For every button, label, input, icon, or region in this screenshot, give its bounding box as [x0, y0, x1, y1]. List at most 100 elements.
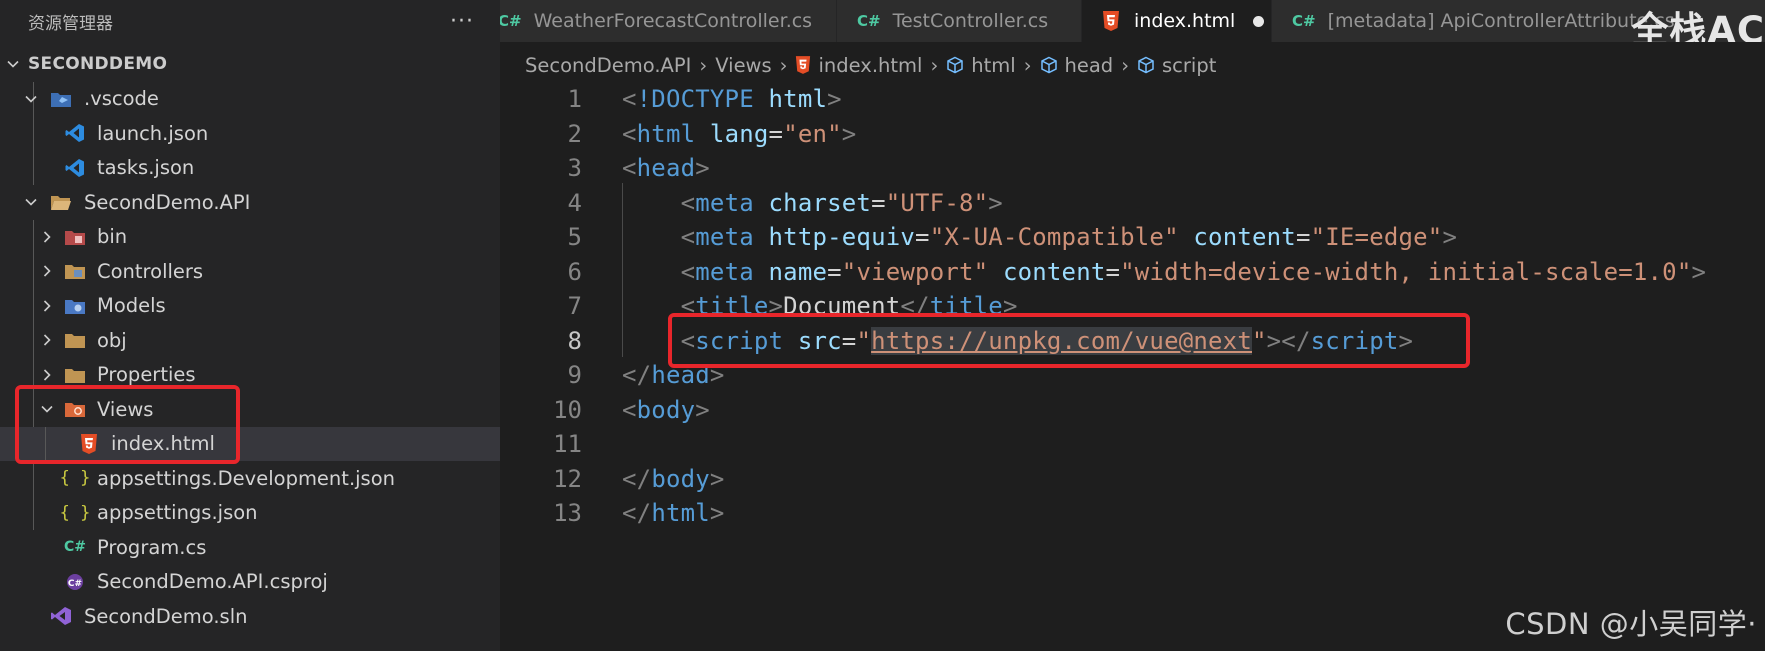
- tab-index-html[interactable]: index.html: [1082, 0, 1272, 42]
- code-line: 13 </html>: [500, 496, 1765, 531]
- tree-item-label: appsettings.Development.json: [97, 466, 396, 490]
- tree-item-csproj[interactable]: C# SecondDemo.API.csproj: [0, 565, 500, 600]
- code-line: 6 <meta name="viewport" content="width=d…: [500, 255, 1765, 290]
- chevron-right-icon: [38, 366, 56, 384]
- json-braces-icon: { }: [59, 468, 91, 489]
- folder-icon: [64, 365, 86, 385]
- breadcrumb-item-html[interactable]: html: [946, 54, 1016, 77]
- line-number: 1: [567, 85, 582, 114]
- tab-label: [metadata] ApiControllerAttribute.cs: [1327, 10, 1675, 32]
- folder-vscode-icon: [50, 89, 72, 109]
- tree-item-label: bin: [97, 225, 128, 249]
- folder-controllers-icon: [64, 261, 86, 281]
- tree-item-obj[interactable]: obj: [0, 323, 500, 358]
- tree-item-index-html[interactable]: index.html: [0, 426, 500, 461]
- visual-studio-icon: [50, 606, 72, 626]
- tree-item-vscode-folder[interactable]: .vscode: [0, 82, 500, 117]
- html5-icon: [1102, 11, 1120, 31]
- tab-testcontroller[interactable]: C# TestController.cs: [837, 0, 1082, 42]
- tree-item-launch-json[interactable]: launch.json: [0, 116, 500, 151]
- tab-weatherforecastcontroller[interactable]: C# WeatherForecastController.cs: [500, 0, 837, 42]
- tree-item-label: SecondDemo.API: [84, 190, 251, 214]
- breadcrumb-item-head[interactable]: head: [1040, 54, 1113, 77]
- tree-item-properties[interactable]: Properties: [0, 358, 500, 393]
- chevron-right-icon: ›: [930, 53, 939, 77]
- code-line: 2 <html lang="en">: [500, 117, 1765, 152]
- tree-item-label: Program.cs: [97, 535, 207, 559]
- line-number: 2: [567, 119, 582, 148]
- csharp-icon: C#: [857, 12, 881, 30]
- tree-item-seconddemo-api[interactable]: SecondDemo.API: [0, 185, 500, 220]
- tree-item-label: SecondDemo.API.csproj: [97, 570, 328, 594]
- code-line: 12 </body>: [500, 462, 1765, 497]
- folder-icon: [64, 330, 86, 350]
- watermark-bottom: CSDN @小吴同学·: [1505, 607, 1757, 641]
- breadcrumb-item-script[interactable]: script: [1137, 54, 1216, 77]
- line-number: 8: [567, 326, 582, 355]
- chevron-right-icon: [38, 331, 56, 349]
- csharp-icon: C#: [500, 12, 522, 30]
- chevron-down-icon: [22, 193, 40, 211]
- vscode-file-icon: [64, 123, 86, 143]
- chevron-right-icon: [38, 297, 56, 315]
- tree-item-seconddemo[interactable]: SECONDDEMO: [0, 47, 500, 82]
- breadcrumb: SecondDemo.API › Views › index.html › ht…: [525, 47, 1216, 83]
- code-line: 5 <meta http-equiv="X-UA-Compatible" con…: [500, 220, 1765, 255]
- code-line: 1 <!DOCTYPE html>: [500, 82, 1765, 117]
- folder-bin-icon: [64, 227, 86, 247]
- more-actions-button[interactable]: ···: [450, 9, 474, 34]
- unsaved-dot-icon[interactable]: [1253, 15, 1265, 27]
- line-number: 5: [567, 223, 582, 252]
- script-src-link[interactable]: https://unpkg.com/vue@next: [871, 326, 1252, 355]
- code-line: 11: [500, 427, 1765, 462]
- csproj-icon: C#: [64, 572, 86, 592]
- code-line: 9 </head>: [500, 358, 1765, 393]
- tree-item-label: tasks.json: [97, 156, 195, 180]
- tree-item-tasks-json[interactable]: tasks.json: [0, 151, 500, 186]
- line-number: 9: [567, 361, 582, 390]
- watermark-top: 全栈AC: [1631, 9, 1765, 42]
- tree-item-appsettings-development-json[interactable]: { } appsettings.Development.json: [0, 461, 500, 496]
- tree-item-bin[interactable]: bin: [0, 220, 500, 255]
- tree-item-views[interactable]: Views: [0, 392, 500, 427]
- editor-tab-bar: C# WeatherForecastController.cs C# TestC…: [500, 0, 1765, 42]
- tree-item-label: Views: [97, 397, 154, 421]
- breadcrumb-item-project[interactable]: SecondDemo.API: [525, 54, 691, 77]
- symbol-cube-icon: [947, 56, 964, 74]
- tree-item-controllers[interactable]: Controllers: [0, 254, 500, 289]
- line-number: 6: [567, 257, 582, 286]
- tab-label: TestController.cs: [892, 10, 1049, 32]
- breadcrumb-item-file[interactable]: index.html: [795, 54, 922, 77]
- code-line: 7 <title>Document</title>: [500, 289, 1765, 324]
- tree-item-program-cs[interactable]: C# Program.cs: [0, 530, 500, 565]
- chevron-down-icon: [4, 55, 22, 73]
- tree-item-models[interactable]: Models: [0, 289, 500, 324]
- html5-icon: [78, 433, 100, 454]
- line-number: 7: [567, 292, 582, 321]
- chevron-down-icon: [22, 90, 40, 108]
- tree-item-label: SecondDemo.sln: [84, 604, 248, 628]
- explorer-title: 资源管理器: [28, 13, 113, 34]
- tree-item-label: obj: [97, 328, 127, 352]
- code-line: 4 <meta charset="UTF-8">: [500, 186, 1765, 221]
- tree-item-label: Controllers: [97, 259, 204, 283]
- tree-item-sln[interactable]: SecondDemo.sln: [0, 599, 500, 634]
- html5-icon: [796, 56, 811, 74]
- tree-item-label: appsettings.json: [97, 501, 258, 525]
- tab-label: index.html: [1134, 10, 1236, 32]
- json-braces-icon: { }: [59, 502, 91, 523]
- chevron-down-icon: [38, 400, 56, 418]
- folder-views-icon: [64, 399, 86, 419]
- chevron-right-icon: [38, 262, 56, 280]
- breadcrumb-item-views[interactable]: Views: [715, 54, 771, 77]
- code-line-current: 8 <script src="https://unpkg.com/vue@nex…: [500, 324, 1765, 359]
- line-number: 12: [553, 464, 582, 493]
- explorer-header: 资源管理器 ···: [0, 0, 500, 42]
- folder-open-icon: [50, 192, 72, 212]
- line-number: 13: [553, 499, 582, 528]
- csharp-icon: C#: [64, 539, 87, 556]
- line-number: 3: [567, 154, 582, 183]
- code-editor[interactable]: 1 <!DOCTYPE html> 2 <html lang="en"> 3 <…: [500, 82, 1765, 651]
- tree-item-appsettings-json[interactable]: { } appsettings.json: [0, 496, 500, 531]
- line-number: 11: [553, 430, 582, 459]
